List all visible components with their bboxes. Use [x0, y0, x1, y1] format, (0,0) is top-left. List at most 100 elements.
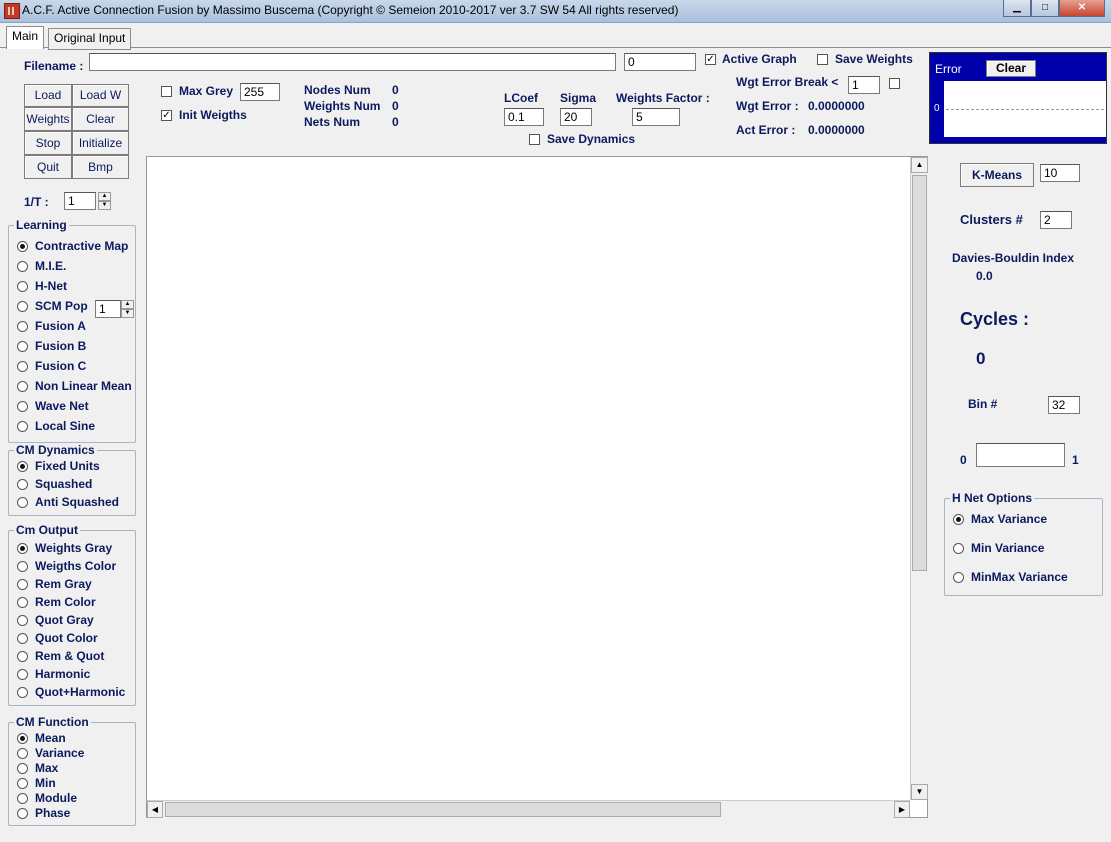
scroll-left-icon[interactable]: ◀	[147, 801, 163, 818]
learning-option-label[interactable]: Fusion A	[35, 319, 86, 333]
wgt-error-break-checkbox[interactable]	[889, 78, 900, 89]
max-grey-checkbox[interactable]	[161, 86, 172, 97]
learning-radio-7[interactable]	[17, 381, 28, 392]
cm-dynamics-radio-2[interactable]	[17, 497, 28, 508]
stop-button[interactable]: Stop	[24, 131, 72, 155]
lcoef-input[interactable]: 0.1	[504, 108, 544, 126]
cm-output-radio-6[interactable]	[17, 651, 28, 662]
cm-function-radio-3[interactable]	[17, 778, 28, 789]
cm-dynamics-radio-0[interactable]	[17, 461, 28, 472]
cm-output-option-label[interactable]: Harmonic	[35, 667, 90, 681]
cm-output-radio-7[interactable]	[17, 669, 28, 680]
cm-output-option-label[interactable]: Rem & Quot	[35, 649, 104, 663]
init-weights-checkbox[interactable]: ✓	[161, 110, 172, 121]
cm-dynamics-option-label[interactable]: Fixed Units	[35, 459, 100, 473]
learning-radio-9[interactable]	[17, 421, 28, 432]
learning-option-label[interactable]: M.I.E.	[35, 259, 66, 273]
sigma-input[interactable]: 20	[560, 108, 592, 126]
cm-function-radio-4[interactable]	[17, 793, 28, 804]
cm-output-radio-5[interactable]	[17, 633, 28, 644]
inv-t-spinner[interactable]: ▲ ▼	[98, 192, 111, 210]
cm-function-option-label[interactable]: Phase	[35, 806, 70, 820]
cm-output-option-label[interactable]: Rem Color	[35, 595, 96, 609]
tab-original-input[interactable]: Original Input	[48, 28, 132, 50]
spin-down-icon[interactable]: ▼	[98, 201, 111, 210]
scroll-down-icon[interactable]: ▼	[911, 784, 928, 800]
learning-radio-0[interactable]	[17, 241, 28, 252]
spin-up-icon[interactable]: ▲	[98, 192, 111, 201]
minimize-icon[interactable]: ▁	[1003, 0, 1031, 17]
bmp-button[interactable]: Bmp	[72, 155, 129, 179]
main-canvas[interactable]: ▲ ▼ ◀ ▶	[146, 156, 928, 818]
cm-dynamics-option-label[interactable]: Squashed	[35, 477, 92, 491]
scroll-up-icon[interactable]: ▲	[911, 157, 928, 173]
error-clear-button[interactable]: Clear	[986, 60, 1036, 77]
kmeans-button[interactable]: K-Means	[960, 163, 1034, 187]
hnet-radio-1[interactable]	[953, 543, 964, 554]
cm-function-option-label[interactable]: Mean	[35, 731, 66, 745]
hnet-option-label[interactable]: Max Variance	[971, 512, 1047, 526]
hnet-option-label[interactable]: MinMax Variance	[971, 570, 1068, 584]
cm-output-option-label[interactable]: Quot Color	[35, 631, 98, 645]
cm-output-option-label[interactable]: Quot Gray	[35, 613, 94, 627]
cm-output-radio-3[interactable]	[17, 597, 28, 608]
kmeans-input[interactable]: 10	[1040, 164, 1080, 182]
clear-button[interactable]: Clear	[72, 107, 129, 131]
cm-function-option-label[interactable]: Variance	[35, 746, 84, 760]
spin-down-icon[interactable]: ▼	[121, 309, 134, 318]
cm-function-radio-1[interactable]	[17, 748, 28, 759]
scm-pop-spinner[interactable]: ▲ ▼	[121, 300, 134, 318]
learning-option-label[interactable]: H-Net	[35, 279, 67, 293]
learning-option-label[interactable]: SCM Pop	[35, 299, 88, 313]
active-graph-checkbox[interactable]: ✓	[705, 54, 716, 65]
learning-radio-3[interactable]	[17, 301, 28, 312]
learning-radio-4[interactable]	[17, 321, 28, 332]
cm-output-radio-8[interactable]	[17, 687, 28, 698]
wgt-error-break-input[interactable]: 1	[848, 76, 880, 94]
cm-function-option-label[interactable]: Module	[35, 791, 77, 805]
cm-dynamics-option-label[interactable]: Anti Squashed	[35, 495, 119, 509]
weights-button[interactable]: Weights	[24, 107, 72, 131]
vertical-scroll-thumb[interactable]	[912, 175, 927, 571]
cm-function-option-label[interactable]: Max	[35, 761, 58, 775]
cm-output-option-label[interactable]: Weights Gray	[35, 541, 112, 555]
learning-option-label[interactable]: Fusion B	[35, 339, 86, 353]
bin-input[interactable]: 32	[1048, 396, 1080, 414]
learning-option-label[interactable]: Contractive Map	[35, 239, 128, 253]
cm-output-option-label[interactable]: Quot+Harmonic	[35, 685, 125, 699]
weights-factor-input[interactable]: 5	[632, 108, 680, 126]
spin-up-icon[interactable]: ▲	[121, 300, 134, 309]
hnet-radio-0[interactable]	[953, 514, 964, 525]
initialize-button[interactable]: Initialize	[72, 131, 129, 155]
quit-button[interactable]: Quit	[24, 155, 72, 179]
maximize-icon[interactable]: □	[1031, 0, 1059, 17]
hnet-radio-2[interactable]	[953, 572, 964, 583]
save-dynamics-checkbox[interactable]	[529, 134, 540, 145]
load-button[interactable]: Load	[24, 84, 72, 107]
clusters-input[interactable]: 2	[1040, 211, 1072, 229]
save-weights-checkbox[interactable]	[817, 54, 828, 65]
learning-option-label[interactable]: Fusion C	[35, 359, 86, 373]
learning-radio-2[interactable]	[17, 281, 28, 292]
cm-output-option-label[interactable]: Weigths Color	[35, 559, 116, 573]
learning-option-label[interactable]: Non Linear Mean	[35, 379, 132, 393]
filename-count-input[interactable]: 0	[624, 53, 696, 71]
horizontal-scroll-thumb[interactable]	[165, 802, 721, 817]
scm-pop-input[interactable]: 1	[95, 300, 121, 318]
cm-output-radio-1[interactable]	[17, 561, 28, 572]
learning-option-label[interactable]: Wave Net	[35, 399, 89, 413]
cm-function-radio-5[interactable]	[17, 808, 28, 819]
learning-radio-1[interactable]	[17, 261, 28, 272]
load-weights-button[interactable]: Load W	[72, 84, 129, 107]
cm-output-radio-4[interactable]	[17, 615, 28, 626]
close-icon[interactable]: ✕	[1059, 0, 1105, 17]
cm-dynamics-radio-1[interactable]	[17, 479, 28, 490]
hnet-option-label[interactable]: Min Variance	[971, 541, 1044, 555]
learning-radio-8[interactable]	[17, 401, 28, 412]
cm-output-option-label[interactable]: Rem Gray	[35, 577, 92, 591]
inv-t-input[interactable]: 1	[64, 192, 96, 210]
scroll-right-icon[interactable]: ▶	[894, 801, 910, 818]
learning-option-label[interactable]: Local Sine	[35, 419, 95, 433]
cm-output-radio-0[interactable]	[17, 543, 28, 554]
filename-input[interactable]	[89, 53, 616, 71]
